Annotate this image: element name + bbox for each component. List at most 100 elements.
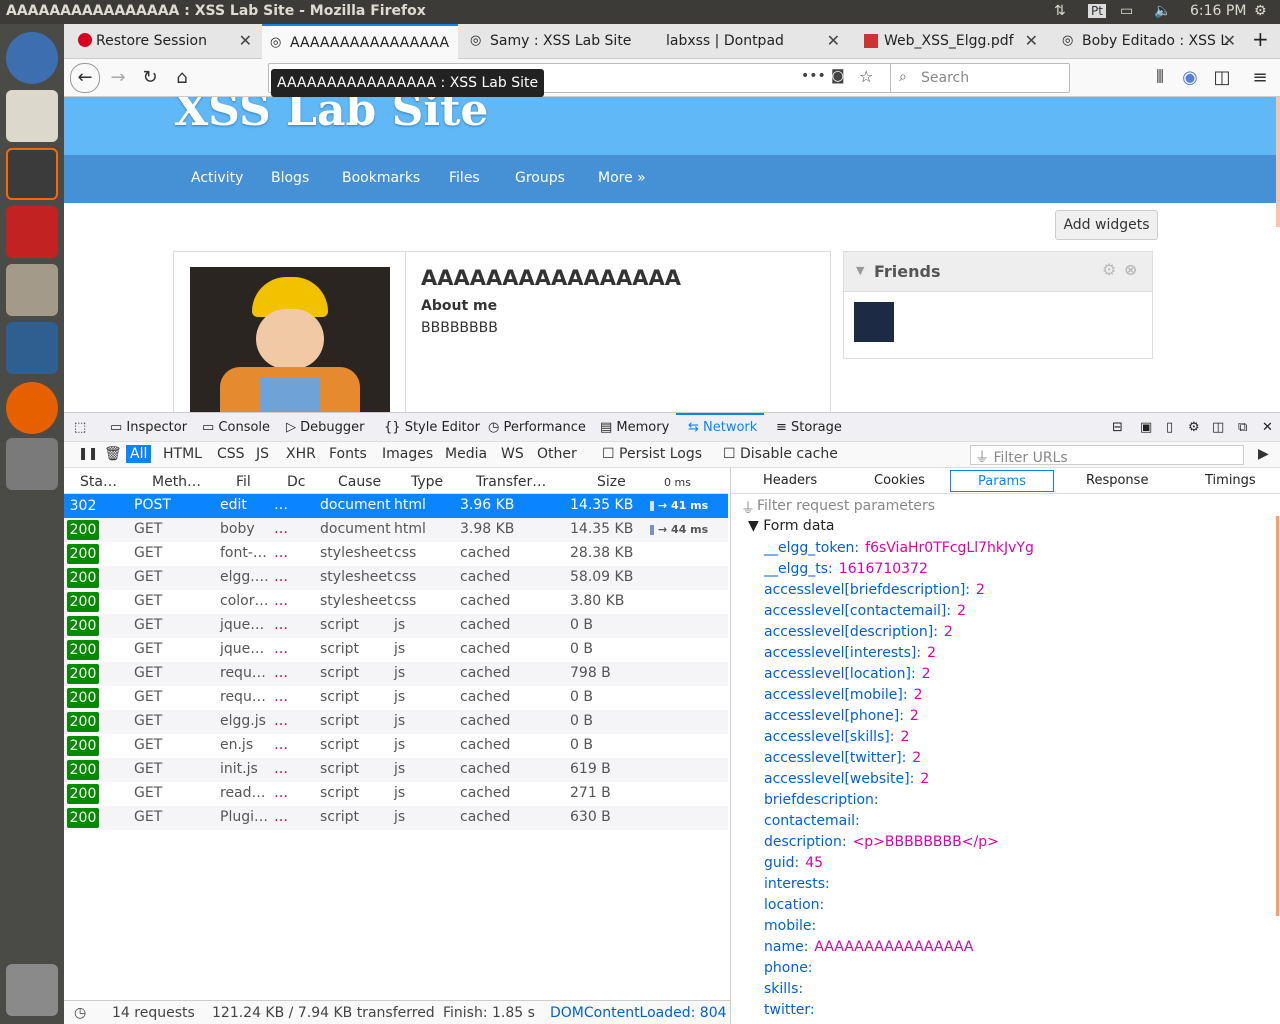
page-scrollbar[interactable] xyxy=(1276,97,1280,227)
menu-blogs[interactable]: Blogs xyxy=(271,170,309,186)
extension-icon[interactable]: ◉ xyxy=(1176,65,1204,91)
table-row[interactable]: 200 GET init.js … script js cached 619 B xyxy=(64,758,728,782)
menu-files[interactable]: Files xyxy=(449,170,480,186)
param-row[interactable]: skills: xyxy=(764,981,809,997)
add-widgets-button[interactable]: Add widgets xyxy=(1055,210,1158,240)
details-tab-headers[interactable]: Headers xyxy=(763,473,817,488)
filter-html[interactable]: HTML xyxy=(159,445,206,463)
search-input[interactable]: ⌕ Search xyxy=(890,63,1070,93)
col-domain[interactable]: Dc xyxy=(287,474,305,490)
collapse-icon[interactable]: ▼ xyxy=(856,264,864,277)
param-row[interactable]: twitter: xyxy=(764,1002,821,1018)
network-icon[interactable]: ⇅ xyxy=(1054,3,1066,19)
param-row[interactable]: mobile: xyxy=(764,918,822,934)
param-row[interactable]: accesslevel[description]: 2 xyxy=(764,624,953,640)
details-tab-cookies[interactable]: Cookies xyxy=(874,473,925,488)
table-row[interactable]: 200 GET font-… … stylesheet css cached 28.38 KB xyxy=(64,542,728,566)
gear-icon[interactable]: ⚙ xyxy=(1102,260,1116,279)
close-icon[interactable]: ✕ xyxy=(239,31,252,50)
details-tab-timings[interactable]: Timings xyxy=(1205,473,1256,488)
ubuntu-icon[interactable] xyxy=(6,32,58,84)
menu-icon[interactable]: ≡ xyxy=(1246,65,1274,91)
tab-console[interactable]: ▭ Console xyxy=(202,420,270,435)
home-button[interactable]: ⌂ xyxy=(168,65,196,91)
filter-js[interactable]: JS xyxy=(252,445,273,463)
dock-icon[interactable]: ◫ xyxy=(1212,420,1224,435)
terminal-icon[interactable] xyxy=(6,206,58,258)
tab-restore-session[interactable]: Restore Session ✕ xyxy=(70,24,260,59)
split-console-icon[interactable]: ⊟ xyxy=(1112,420,1123,435)
table-row[interactable]: 200 GET boby … document html 3.98 KB 14.35 KB → … xyxy=(64,518,728,542)
settings-icon[interactable]: ⚙ xyxy=(1188,420,1200,435)
menu-bookmarks[interactable]: Bookmarks xyxy=(342,170,420,186)
undock-icon[interactable]: ⧉ xyxy=(1238,420,1247,435)
close-icon[interactable]: ✕ xyxy=(1025,31,1038,50)
new-tab-button[interactable]: + xyxy=(1252,24,1280,59)
table-row[interactable]: 200 GET color… … stylesheet css cached 3.80 KB xyxy=(64,590,728,614)
filter-fonts[interactable]: Fonts xyxy=(325,445,371,463)
details-tab-params[interactable]: Params xyxy=(950,470,1054,492)
wireshark-icon[interactable] xyxy=(6,322,58,374)
filter-images[interactable]: Images xyxy=(378,445,437,463)
close-icon[interactable]: ✕ xyxy=(1223,31,1236,50)
tab-inspector[interactable]: ▭ Inspector xyxy=(110,420,187,435)
param-row[interactable]: accesslevel[skills]: 2 xyxy=(764,729,909,745)
battery-icon[interactable]: ▭ xyxy=(1120,3,1133,19)
reload-button[interactable]: ↻ xyxy=(136,65,164,91)
param-row[interactable]: briefdescription: xyxy=(764,792,885,808)
param-row[interactable]: accesslevel[interests]: 2 xyxy=(764,645,936,661)
param-row[interactable]: contactemail: xyxy=(764,813,866,829)
sublime-icon[interactable] xyxy=(6,148,58,200)
col-type[interactable]: Type xyxy=(411,474,443,490)
gear-icon[interactable]: ⚙ xyxy=(1254,3,1267,19)
table-row[interactable]: 200 GET requ… … script js cached 798 B xyxy=(64,662,728,686)
table-row[interactable]: 200 GET elgg.… … stylesheet css cached 58.09 KB xyxy=(64,566,728,590)
forward-button[interactable]: → xyxy=(104,65,132,91)
param-row[interactable]: phone: xyxy=(764,960,819,976)
tab-pdf[interactable]: Web_XSS_Elgg.pdf ✕ xyxy=(856,24,1046,59)
param-row[interactable]: location: xyxy=(764,897,830,913)
pick-element-icon[interactable]: ⬚ xyxy=(74,420,86,435)
details-tab-response[interactable]: Response xyxy=(1086,473,1148,488)
clock[interactable]: 6:16 PM xyxy=(1190,3,1246,19)
table-row[interactable]: 200 GET read… … script js cached 271 B xyxy=(64,782,728,806)
page-actions-icon[interactable]: ••• xyxy=(801,68,826,84)
filter-xhr[interactable]: XHR xyxy=(282,445,320,463)
table-row[interactable]: 200 GET Plugi… … script js cached 630 B xyxy=(64,806,728,830)
tab-style-editor[interactable]: {} Style Editor xyxy=(384,420,480,435)
tab-current[interactable]: ◎ AAAAAAAAAAAAAAAA xyxy=(262,24,458,59)
tab-storage[interactable]: ≡ Storage xyxy=(776,420,842,435)
tab-boby[interactable]: ◎ Boby Editado : XSS L ✕ xyxy=(1054,24,1244,59)
col-method[interactable]: Meth… xyxy=(152,474,201,490)
sidebar-icon[interactable]: ◫ xyxy=(1208,65,1236,91)
volume-icon[interactable]: 🔈 xyxy=(1154,3,1171,19)
bookmark-star-icon[interactable]: ☆ xyxy=(859,67,873,86)
param-row[interactable]: accesslevel[contactemail]: 2 xyxy=(764,603,966,619)
tab-performance[interactable]: ◷ Performance xyxy=(488,420,586,435)
table-row[interactable]: 200 GET en.js … script js cached 0 B xyxy=(64,734,728,758)
language-indicator[interactable]: Pt xyxy=(1088,4,1106,18)
close-icon[interactable]: ✕ xyxy=(1262,420,1273,435)
close-icon[interactable]: ⊗ xyxy=(1124,260,1137,279)
clear-icon[interactable]: 🗑 xyxy=(100,445,126,463)
trash-icon[interactable] xyxy=(6,964,58,1016)
menu-groups[interactable]: Groups xyxy=(515,170,565,186)
filter-other[interactable]: Other xyxy=(533,445,581,463)
tab-memory[interactable]: ▤ Memory xyxy=(600,420,669,435)
library-icon[interactable]: ⫴ xyxy=(1146,65,1174,91)
param-row[interactable]: accesslevel[website]: 2 xyxy=(764,771,929,787)
param-row[interactable]: guid: 45 xyxy=(764,855,823,871)
settings-icon[interactable] xyxy=(6,438,58,490)
table-row[interactable]: 200 GET elgg.js … script js cached 0 B xyxy=(64,710,728,734)
col-size[interactable]: Size xyxy=(597,474,626,490)
filter-media[interactable]: Media xyxy=(441,445,491,463)
param-row[interactable]: description: <p>BBBBBBBB</p> xyxy=(764,834,999,850)
frame-icon[interactable]: ▣ xyxy=(1140,420,1152,435)
param-row[interactable]: __elgg_token: f6sViaHr0TFcgLl7hkJvYg xyxy=(764,540,1034,556)
param-row[interactable]: name: AAAAAAAAAAAAAAAA xyxy=(764,939,974,955)
close-icon[interactable]: ✕ xyxy=(827,31,840,50)
table-row[interactable]: 302 POST edit … document html 3.96 KB 14.35 KB →… xyxy=(64,494,728,518)
firefox-icon[interactable] xyxy=(6,382,58,434)
param-row[interactable]: accesslevel[twitter]: 2 xyxy=(764,750,921,766)
filter-css[interactable]: CSS xyxy=(213,445,249,463)
